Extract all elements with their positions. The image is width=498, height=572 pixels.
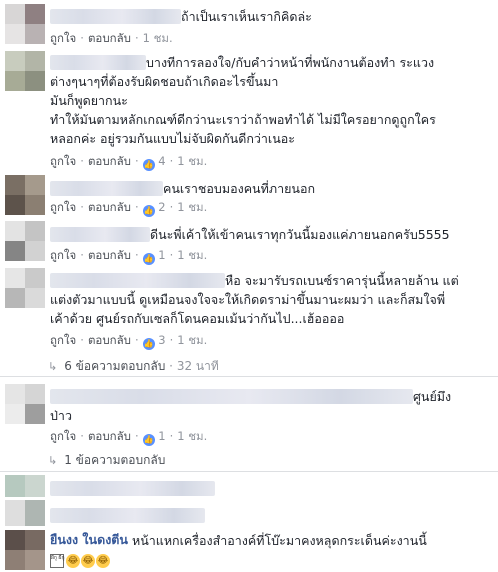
laughing-emoji-icon: 😂 (96, 553, 110, 568)
like-reaction-icon[interactable]: 👍 (142, 205, 155, 217)
laughing-emoji-icon: 😂 (81, 553, 95, 568)
avatar[interactable] (5, 268, 45, 308)
comment-text: หลอกค่ะ อยู่รวมกันแบบไม่จับผิดกันดีกว่าเ… (50, 131, 295, 146)
reply-timestamp: 32 นาที (176, 359, 219, 373)
comment-text: หน้าแหกเครื่องสำอางค์ที่โบ๊ะมาคงหลุดกระเ… (131, 533, 427, 548)
reply-arrow-icon: ↳ (48, 360, 58, 373)
comment-text: ทำให้มันตามหลักเกณฑ์ดีกว่านะเราว่าถ้าพอท… (50, 112, 436, 127)
comment-body: คนเราชอบมองคนที่ภายนอก (50, 178, 494, 197)
comment-text: ดีนะพี่เค้าให้เข้าคนเราทุกวันนี้มองแค่ภา… (150, 227, 450, 242)
like-button[interactable]: ถูกใจ (50, 200, 76, 214)
like-count[interactable]: 2 (158, 200, 165, 214)
reply-button[interactable]: ตอบกลับ (88, 31, 131, 45)
comment-text: หือ จะมารับรถเบนซ์ราคารุ่นนี้หลายล้าน แต… (225, 273, 459, 288)
avatar[interactable] (5, 475, 45, 497)
comment-actions: ถูกใจ · ตอบกลับ · 👍 2 · 1 ชม. (50, 200, 208, 217)
comment-body: หือ จะมารับรถเบนซ์ราคารุ่นนี้หลายล้าน แต… (50, 270, 494, 327)
comment-timestamp[interactable]: 1 ชม. (177, 429, 207, 443)
comment-text: บางทีการลองใจ/กับคำว่าหน้าที่พนักงานต้อง… (146, 55, 435, 70)
avatar[interactable] (5, 530, 45, 570)
view-replies-link[interactable]: ↳ 6 ข้อความตอบกลับ · 32 นาที (48, 357, 219, 375)
commenter-name[interactable]: ยืนงง ในดงตีน (50, 532, 128, 547)
blurred-name (50, 481, 215, 496)
like-count[interactable]: 1 (158, 429, 165, 443)
comment-body (50, 478, 494, 497)
comment-actions: ถูกใจ · ตอบกลับ · 👍 1 · 1 ชม. (50, 248, 208, 265)
comment-body: ดีนะพี่เค้าให้เข้าคนเราทุกวันนี้มองแค่ภา… (50, 224, 494, 243)
avatar[interactable] (5, 175, 45, 215)
reply-button[interactable]: ตอบกลับ (88, 248, 131, 262)
comment-actions: ถูกใจ · ตอบกลับ · 1 ชม. (50, 31, 173, 45)
comment-timestamp[interactable]: 1 ชม. (177, 200, 207, 214)
divider (0, 471, 498, 472)
comment-actions: ถูกใจ · ตอบกลับ · 👍 1 · 1 ชม. (50, 429, 208, 446)
like-count[interactable]: 1 (158, 248, 165, 262)
like-button[interactable]: ถูกใจ (50, 333, 76, 347)
comment-text: มันก็พูดยากนะ (50, 93, 128, 108)
reply-button[interactable]: ตอบกลับ (88, 429, 131, 443)
comment-timestamp[interactable]: 1 ชม. (177, 248, 207, 262)
comment-body (50, 505, 494, 524)
view-replies-label[interactable]: 1 ข้อความตอบกลับ (64, 453, 165, 467)
like-reaction-icon[interactable]: 👍 (142, 338, 155, 350)
blurred-name (50, 9, 181, 24)
comment-actions: ถูกใจ · ตอบกลับ · 👍 3 · 1 ชม. (50, 333, 208, 350)
like-reaction-icon[interactable]: 👍 (142, 159, 155, 171)
blurred-name (50, 389, 413, 404)
comment-thread: ถ้าเป็นเราเห็นเรากิคิดล่ะ ถูกใจ · ตอบกลับ ·… (0, 0, 498, 572)
avatar[interactable] (5, 384, 45, 424)
comment-text: ต่างๆนาๆที่ต้องรับผิดชอบถ้าเกิดอะไรขึ้นม… (50, 74, 279, 89)
comment-timestamp[interactable]: 1 ชม. (177, 154, 207, 168)
comment-body: ถ้าเป็นเราเห็นเรากิคิดล่ะ (50, 6, 494, 25)
blurred-name (50, 181, 163, 196)
avatar[interactable] (5, 500, 45, 526)
comment-body: บางทีการลองใจ/กับคำว่าหน้าที่พนักงานต้อง… (50, 52, 494, 147)
blurred-name (50, 273, 225, 288)
reply-button[interactable]: ตอบกลับ (88, 154, 131, 168)
sticker-image: ผีกู ผีกู (50, 553, 65, 568)
like-button[interactable]: ถูกใจ (50, 154, 76, 168)
comment-timestamp[interactable]: 1 ชม. (177, 333, 207, 347)
comment-timestamp[interactable]: 1 ชม. (143, 31, 173, 45)
like-reaction-icon[interactable]: 👍 (142, 253, 155, 265)
comment-text: เค้าด้วย ศูนย์รถกับเซลก็โดนคอมเม้นว่ากัน… (50, 311, 345, 326)
blurred-name (50, 508, 205, 523)
comment-text: แต่งตัวมาแบบนี้ ดูเหมือนจงใจจะให้เกิดดรา… (50, 292, 446, 307)
avatar[interactable] (5, 4, 45, 44)
avatar[interactable] (5, 221, 45, 261)
view-replies-label[interactable]: 6 ข้อความตอบกลับ (64, 359, 165, 373)
like-count[interactable]: 3 (158, 333, 165, 347)
reply-button[interactable]: ตอบกลับ (88, 333, 131, 347)
comment-text: คนเราชอบมองคนที่ภายนอก (163, 181, 316, 196)
comment-text: ถ้าเป็นเราเห็นเรากิคิดล่ะ (181, 9, 312, 24)
comment-body: ยืนงง ในดงตีน หน้าแหกเครื่องสำอางค์ที่โบ… (50, 530, 494, 569)
like-button[interactable]: ถูกใจ (50, 31, 76, 45)
like-button[interactable]: ถูกใจ (50, 429, 76, 443)
reply-button[interactable]: ตอบกลับ (88, 200, 131, 214)
comment-actions: ถูกใจ · ตอบกลับ · 👍 4 · 1 ชม. (50, 154, 208, 171)
avatar[interactable] (5, 51, 45, 91)
like-reaction-icon[interactable]: 👍 (142, 434, 155, 446)
blurred-name (50, 55, 146, 70)
comment-text: ศูนย์มึง (413, 389, 452, 404)
comment-body: ศูนย์มึง ป่าว (50, 386, 494, 424)
laughing-emoji-icon: 😂 (66, 553, 80, 568)
like-count[interactable]: 4 (158, 154, 165, 168)
view-replies-link[interactable]: ↳ 1 ข้อความตอบกลับ (48, 451, 165, 469)
like-button[interactable]: ถูกใจ (50, 248, 76, 262)
comment-text: ป่าว (50, 408, 72, 423)
divider (0, 376, 498, 377)
reply-arrow-icon: ↳ (48, 454, 58, 467)
blurred-name (50, 227, 150, 242)
